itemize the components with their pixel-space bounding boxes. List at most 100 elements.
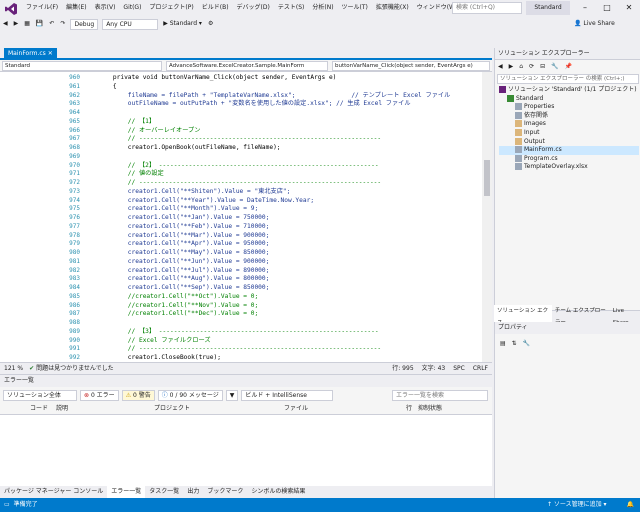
code-line[interactable]: // 【3】 ---------------------------------…: [98, 328, 379, 337]
tree-item[interactable]: ソリューション 'Standard' (1/1 プロジェクト): [499, 86, 639, 95]
tree-item[interactable]: Input: [499, 128, 639, 138]
source-control-button[interactable]: ↑ ソース管理に追加 ▾: [547, 498, 627, 512]
alphabetical-icon[interactable]: ⇅: [509, 338, 520, 350]
bottom-tab-3[interactable]: 出力: [183, 486, 203, 498]
warnings-filter-button[interactable]: ⚠ 0 警告: [121, 389, 155, 401]
editor-scrollbar[interactable]: [482, 72, 492, 362]
code-line[interactable]: // オーバーレイオープン: [98, 127, 201, 136]
code-line[interactable]: creator1.Cell("**Sep").Value = 850000;: [98, 284, 270, 293]
tree-item[interactable]: Program.cs: [499, 154, 639, 164]
categorized-icon[interactable]: ▤: [497, 338, 509, 350]
menu-item-1[interactable]: 編集(E): [62, 0, 90, 16]
collapse-all-icon[interactable]: ⊟: [537, 61, 548, 73]
code-line[interactable]: // -------------------------------------…: [98, 345, 381, 354]
tree-item[interactable]: Images: [499, 120, 639, 129]
solution-search-input[interactable]: ソリューション エクスプローラー の検索 (Ctrl+;): [497, 74, 639, 84]
code-line[interactable]: creator1.Cell("**Jul").Value = 890000;: [98, 267, 270, 276]
filter-icon[interactable]: ▼: [225, 389, 239, 401]
code-line[interactable]: creator1.Cell("**Month").Value = 9;: [98, 205, 258, 214]
code-line[interactable]: // -------------------------------------…: [98, 179, 381, 188]
home-icon[interactable]: ⌂: [516, 61, 526, 73]
menu-item-8[interactable]: 分析(N): [308, 0, 337, 16]
code-line[interactable]: creator1.CloseBook(true);: [98, 354, 221, 362]
code-line[interactable]: //creator1.Cell("**Dec").Value = 0;: [98, 310, 258, 319]
back-icon[interactable]: ◀: [495, 61, 506, 73]
code-line[interactable]: creator1.Cell("**Feb").Value = 710000;: [98, 223, 270, 232]
close-icon[interactable]: ✕: [618, 0, 640, 16]
back-icon[interactable]: ◀: [0, 18, 11, 30]
run-button[interactable]: ▶ Standard ▾: [160, 18, 205, 30]
sync-icon[interactable]: ⟳: [526, 61, 537, 73]
redo-icon[interactable]: ↷: [57, 18, 68, 30]
code-line[interactable]: creator1.Cell("**May").Value = 850000;: [98, 249, 270, 258]
menu-item-7[interactable]: テスト(S): [274, 0, 309, 16]
menu-item-9[interactable]: ツール(T): [338, 0, 372, 16]
code-line[interactable]: fileName = filePath + "TemplateVarName.x…: [98, 92, 450, 101]
col-project[interactable]: プロジェクト: [154, 403, 190, 415]
code-line[interactable]: private void buttonVarName_Click(object …: [98, 74, 337, 83]
tab-mainform[interactable]: MainForm.cs ✕: [4, 47, 57, 59]
code-line[interactable]: creator1.Cell("**Aug").Value = 800000;: [98, 275, 270, 284]
code-line[interactable]: creator1.Cell("**Year").Value = DateTime…: [98, 197, 314, 206]
scrollbar-thumb[interactable]: [484, 160, 490, 196]
code-line[interactable]: creator1.Cell("**Jan").Value = 750000;: [98, 214, 270, 223]
code-line[interactable]: // 値の設定: [98, 170, 164, 179]
tree-item[interactable]: Standard: [499, 94, 639, 104]
menu-item-4[interactable]: プロジェクト(P): [145, 0, 197, 16]
col-line[interactable]: 行: [406, 403, 412, 415]
code-line[interactable]: // 【1】: [98, 118, 155, 127]
notification-icon[interactable]: 🔔: [627, 498, 640, 512]
forward-icon[interactable]: ▶: [506, 61, 517, 73]
code-line[interactable]: //creator1.Cell("**Oct").Value = 0;: [98, 293, 258, 302]
wrench-icon[interactable]: 🔧: [520, 338, 533, 350]
code-line[interactable]: creator1.Cell("**Apr").Value = 950000;: [98, 240, 270, 249]
code-line[interactable]: // -------------------------------------…: [98, 135, 381, 144]
zoom-level[interactable]: 121 %: [0, 363, 27, 374]
tree-item[interactable]: MainForm.cs: [499, 146, 639, 155]
code-line[interactable]: // Excel ファイルクローズ: [98, 337, 211, 346]
menu-item-5[interactable]: ビルド(B): [198, 0, 233, 16]
code-editor[interactable]: 960 private void buttonVarName_Click(obj…: [0, 72, 492, 362]
code-line[interactable]: //creator1.Cell("**Nov").Value = 0;: [98, 302, 258, 311]
code-line[interactable]: {: [98, 83, 117, 92]
save-icon[interactable]: 💾: [33, 18, 46, 30]
messages-filter-button[interactable]: ⓘ 0 / 90 メッセージ: [157, 389, 223, 401]
col-suppression[interactable]: 抑制状態: [418, 403, 442, 415]
minimize-icon[interactable]: –: [574, 0, 596, 16]
code-line[interactable]: // 【2】 ---------------------------------…: [98, 162, 379, 171]
col-code[interactable]: コード: [30, 403, 48, 415]
configuration-dropdown[interactable]: Debug: [70, 18, 99, 30]
menu-item-3[interactable]: Git(G): [119, 0, 145, 16]
global-search-input[interactable]: 検索 (Ctrl+Q): [452, 2, 522, 14]
code-line[interactable]: creator1.OpenBook(outFileName, fileName)…: [98, 144, 281, 153]
type-dropdown[interactable]: AdvanceSoftware.ExcelCreator.Sample.Main…: [166, 61, 328, 71]
code-line[interactable]: outFileName = outPutPath + "変数名を使用した値の設定…: [98, 100, 411, 109]
properties-icon[interactable]: 🔧: [548, 61, 561, 73]
bottom-tab-1[interactable]: エラー一覧: [107, 486, 146, 498]
error-search-input[interactable]: エラー一覧を検索: [392, 389, 488, 401]
code-line[interactable]: creator1.Cell("**Mar").Value = 900000;: [98, 232, 270, 241]
col-file[interactable]: ファイル: [284, 403, 308, 415]
menu-item-0[interactable]: ファイル(F): [22, 0, 62, 16]
errors-filter-button[interactable]: ⊗ 0 エラー: [80, 389, 119, 401]
member-dropdown[interactable]: buttonVarName_Click(object sender, Event…: [332, 61, 490, 71]
menu-item-6[interactable]: デバッグ(D): [233, 0, 274, 16]
tree-item[interactable]: 依存関係: [499, 111, 639, 121]
bottom-tab-2[interactable]: タスク一覧: [145, 486, 183, 498]
maximize-icon[interactable]: □: [596, 0, 618, 16]
pin-icon[interactable]: 📌: [562, 61, 575, 73]
project-dropdown[interactable]: Standard: [2, 61, 162, 71]
platform-dropdown[interactable]: Any CPU: [102, 18, 159, 30]
scope-dropdown[interactable]: ソリューション全体: [3, 389, 77, 401]
code-line[interactable]: creator1.Cell("**Shiten").Value = "東北支店"…: [98, 188, 291, 197]
menu-item-10[interactable]: 拡張機能(X): [372, 0, 413, 16]
forward-icon[interactable]: ▶: [11, 18, 22, 30]
menu-item-2[interactable]: 表示(V): [91, 0, 120, 16]
new-project-icon[interactable]: ▦: [21, 18, 33, 30]
code-line[interactable]: creator1.Cell("**Jun").Value = 900000;: [98, 258, 270, 267]
tool-icon[interactable]: ⚙: [205, 18, 216, 30]
bottom-tab-5[interactable]: シンボルの検索結果: [247, 486, 309, 498]
tree-item[interactable]: Properties: [499, 103, 639, 112]
build-source-dropdown[interactable]: ビルド + IntelliSense: [241, 389, 334, 401]
bottom-tab-4[interactable]: ブックマーク: [203, 486, 247, 498]
